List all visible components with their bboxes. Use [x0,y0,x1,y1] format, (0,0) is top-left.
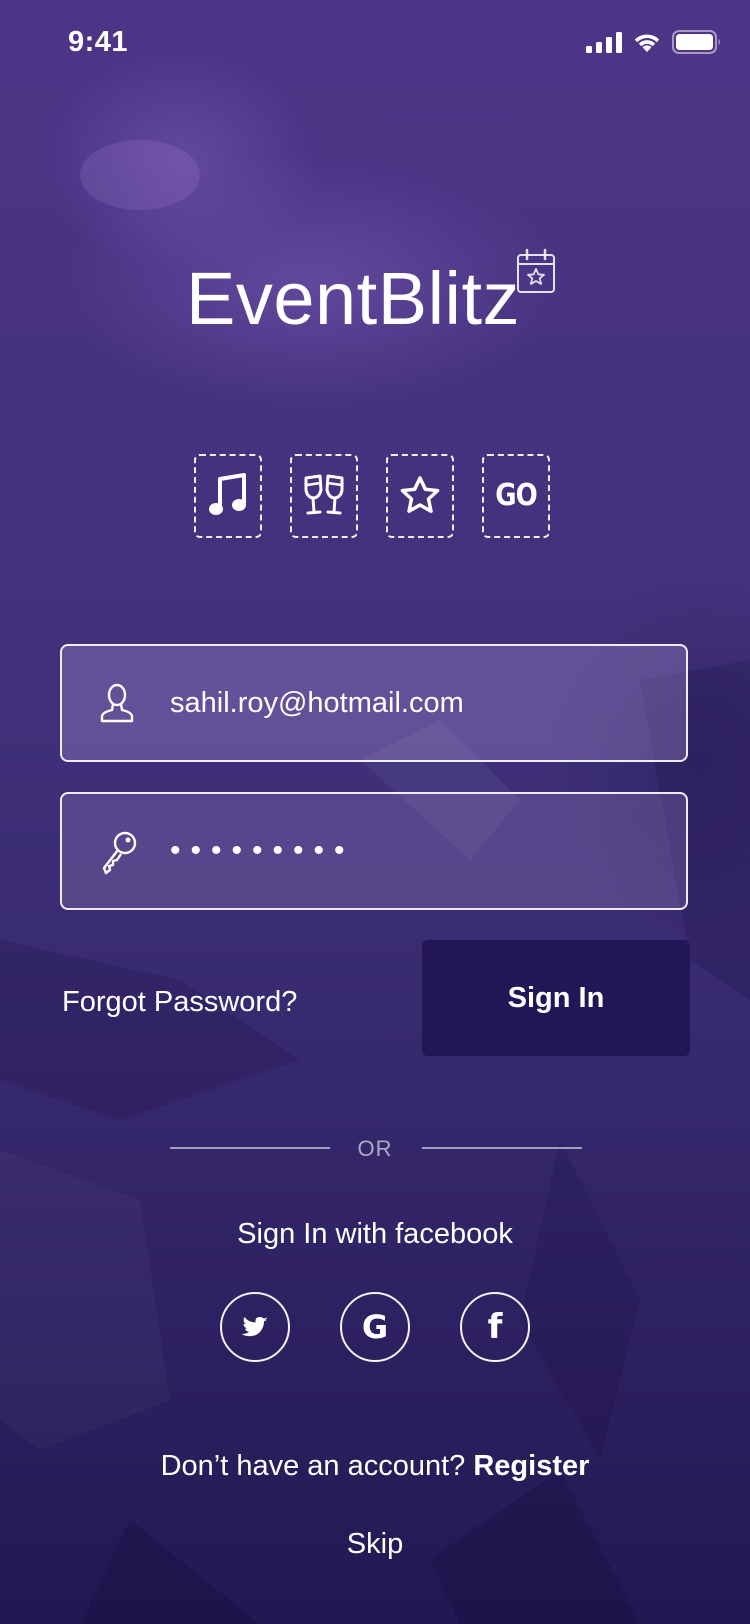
category-go[interactable]: GO [482,454,550,538]
category-party[interactable] [290,454,358,538]
sign-in-button[interactable]: Sign In [422,940,690,1056]
category-star[interactable] [386,454,454,538]
facebook-icon: f [487,1307,503,1347]
social-buttons: G f [220,1292,530,1362]
calendar-star-icon [517,248,555,293]
battery-icon [672,30,720,54]
music-note-icon [209,473,246,515]
register-prompt: Don’t have an account? Register [0,1450,750,1483]
forgot-password-link[interactable]: Forgot Password? [62,986,297,1019]
star-icon [400,476,440,513]
no-account-text: Don’t have an account? [160,1450,466,1482]
twitter-icon [241,1317,268,1337]
category-row: GO [194,454,550,538]
skip-link[interactable]: Skip [0,1528,750,1561]
twitter-button[interactable] [220,1292,290,1362]
email-input[interactable] [170,646,670,760]
divider-or-label: OR [357,1136,393,1161]
register-link[interactable]: Register [473,1450,589,1482]
user-icon [100,683,134,723]
wifi-icon [634,34,660,52]
divider-line-right [422,1147,582,1149]
key-icon [102,831,137,875]
app-logo-text: EventBlitz [186,257,521,340]
facebook-button[interactable]: f [460,1292,530,1362]
category-music[interactable] [194,454,262,538]
google-button[interactable]: G [340,1292,410,1362]
password-input[interactable] [170,794,670,908]
status-time: 9:41 [68,26,129,58]
google-icon: G [361,1308,389,1346]
cellular-signal-icon [586,32,622,53]
status-icons [586,30,722,54]
login-screen: 9:41 EventBlitz GO sahil.roy@hotmail.com… [0,0,750,1624]
email-field-container [60,644,688,762]
toast-glasses-icon [304,474,344,515]
password-field-container [60,792,688,910]
go-icon: GO [495,478,537,514]
sign-in-facebook-link[interactable]: Sign In with facebook [0,1218,750,1251]
